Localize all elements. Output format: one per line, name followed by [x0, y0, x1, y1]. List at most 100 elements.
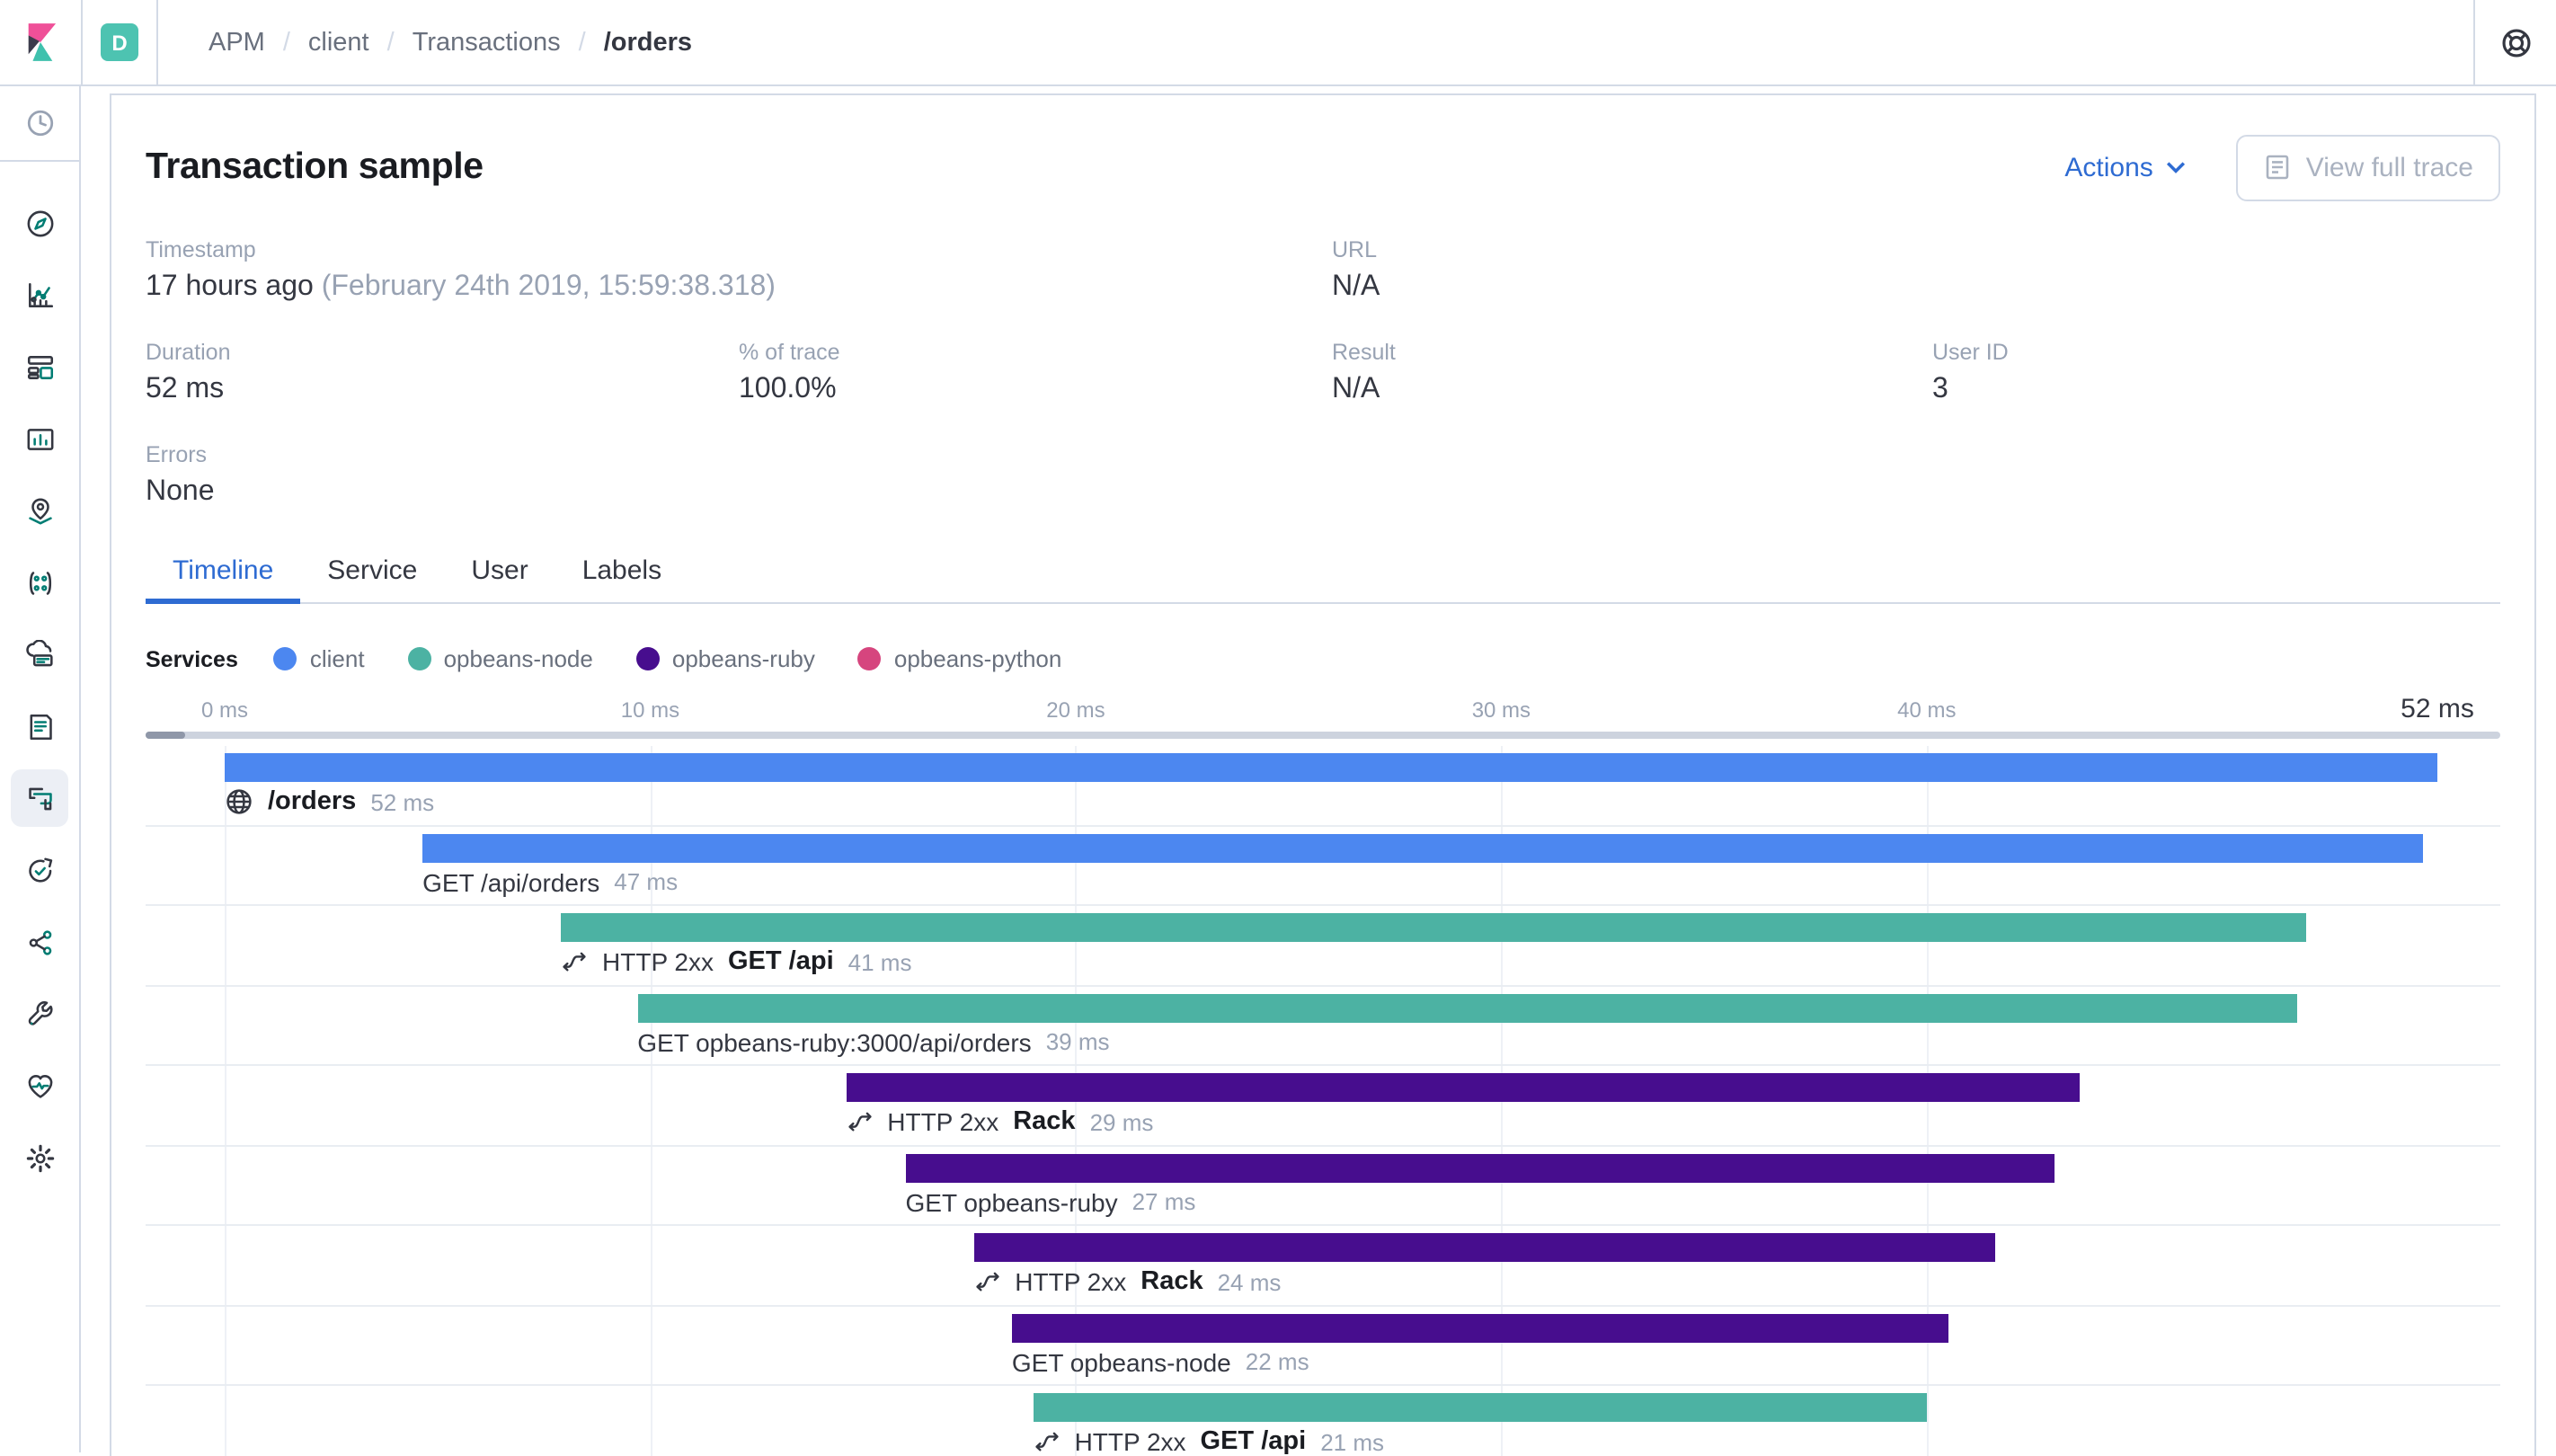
transaction-bar-9[interactable]	[1033, 1393, 1927, 1422]
span-bar-8[interactable]	[1011, 1313, 1948, 1342]
span-bar-2[interactable]	[422, 833, 2423, 862]
span-name: GET opbeans-ruby:3000/api/orders	[637, 1027, 1032, 1056]
canvas-icon	[24, 423, 55, 454]
sidebar-item-monitoring[interactable]	[11, 1064, 68, 1107]
sidebar-item-discover[interactable]	[11, 201, 68, 244]
waterfall-row-1: /orders 52 ms	[146, 746, 2500, 826]
transaction-name: Rack	[1013, 1107, 1076, 1136]
url-label: URL	[1332, 237, 1378, 262]
breadcrumb: APM / client / Transactions / /orders	[209, 28, 692, 57]
legend-item-client: client	[273, 645, 365, 672]
result-value: N/A	[1332, 374, 1380, 404]
merge-icon	[973, 1268, 1000, 1295]
span-bar-6[interactable]	[905, 1153, 2055, 1182]
waterfall-row-8: GET opbeans-node 22 ms	[146, 1306, 2500, 1386]
dashboard-icon	[24, 351, 55, 382]
timestamp-label: Timestamp	[146, 237, 256, 262]
waterfall-item-label[interactable]: HTTP 2xx GET /api 41 ms	[561, 944, 911, 980]
waterfall-item-label[interactable]: GET opbeans-node 22 ms	[1012, 1344, 1309, 1380]
axis-tick-0ms: 0 ms	[200, 697, 249, 723]
sidebar-item-logs[interactable]	[11, 705, 68, 748]
sidebar-item-uptime[interactable]	[11, 848, 68, 892]
ml-icon	[24, 567, 55, 598]
time-axis: 0 ms 10 ms 20 ms 30 ms 40 ms 52 ms	[146, 694, 2500, 724]
item-duration: 52 ms	[370, 788, 435, 815]
timeline-scrollbar[interactable]	[146, 732, 2500, 739]
breadcrumb-apm[interactable]: APM	[209, 28, 265, 57]
top-nav-bar: D APM / client / Transactions / /orders	[0, 0, 2556, 86]
waterfall-item-label[interactable]: GET /api/orders 47 ms	[422, 864, 678, 900]
tab-labels[interactable]: Labels	[555, 555, 688, 602]
tab-service[interactable]: Service	[300, 555, 444, 602]
waterfall-item-label[interactable]: HTTP 2xx GET /api 21 ms	[1034, 1424, 1384, 1456]
url-value: N/A	[1332, 271, 1380, 302]
sidebar-item-canvas[interactable]	[11, 417, 68, 460]
help-menu-button[interactable]	[2473, 0, 2556, 84]
waterfall-item-label[interactable]: /orders 52 ms	[225, 784, 434, 820]
waterfall-item-label[interactable]: HTTP 2xx Rack 24 ms	[973, 1264, 1281, 1300]
timestamp-value: 17 hours ago (February 24th 2019, 15:59:…	[146, 271, 776, 302]
view-full-trace-label: View full trace	[2305, 152, 2473, 182]
sidebar-item-dashboard[interactable]	[11, 345, 68, 388]
devtools-icon	[24, 999, 55, 1029]
item-duration: 47 ms	[614, 868, 679, 895]
result-prefix: HTTP 2xx	[887, 1107, 999, 1136]
sidebar-item-visualize[interactable]	[11, 273, 68, 316]
transaction-bar-5[interactable]	[846, 1073, 2081, 1102]
axis-tick-40ms: 40 ms	[1897, 697, 1957, 723]
tab-timeline[interactable]: Timeline	[146, 555, 301, 604]
merge-icon	[561, 948, 588, 975]
kibana-logo[interactable]	[0, 0, 83, 84]
percent-of-trace-value: 100.0%	[739, 374, 837, 404]
sidebar-item-infrastructure[interactable]	[11, 633, 68, 676]
waterfall-item-label[interactable]: GET opbeans-ruby 27 ms	[906, 1184, 1196, 1220]
clock-icon	[24, 108, 55, 138]
sidebar-item-apm[interactable]	[11, 769, 68, 827]
breadcrumb-client[interactable]: client	[308, 28, 369, 57]
sidebar-item-recent[interactable]	[24, 93, 55, 153]
legend-dot-client	[273, 647, 297, 670]
chevron-down-icon	[2166, 162, 2185, 173]
tab-user[interactable]: User	[444, 555, 555, 602]
duration-value: 52 ms	[146, 374, 225, 404]
visualize-icon	[24, 280, 55, 310]
transaction-bar-1[interactable]	[225, 753, 2437, 782]
breadcrumb-separator: /	[282, 28, 290, 57]
duration-label: Duration	[146, 340, 231, 365]
space-badge: D	[101, 23, 138, 61]
transaction-name: Rack	[1140, 1267, 1203, 1296]
transaction-bar-3[interactable]	[561, 913, 2306, 942]
breadcrumb-transactions[interactable]: Transactions	[413, 28, 561, 57]
timeline-scrollbar-thumb[interactable]	[146, 732, 185, 739]
sidebar-item-dev-tools[interactable]	[11, 992, 68, 1035]
actions-dropdown[interactable]: Actions	[2064, 152, 2185, 182]
span-name: GET /api/orders	[422, 867, 600, 896]
transaction-name: GET /api	[1200, 1427, 1307, 1456]
space-selector[interactable]: D	[83, 0, 158, 84]
breadcrumb-separator: /	[386, 28, 395, 57]
legend-label: opbeans-node	[443, 645, 593, 672]
legend-label: opbeans-python	[893, 645, 1062, 672]
span-bar-4[interactable]	[637, 993, 2297, 1022]
transaction-bar-7[interactable]	[973, 1233, 1995, 1262]
sidebar-item-machine-learning[interactable]	[11, 561, 68, 604]
item-duration: 24 ms	[1217, 1268, 1282, 1295]
waterfall-item-label[interactable]: HTTP 2xx Rack 29 ms	[846, 1104, 1153, 1140]
percent-of-trace-label: % of trace	[739, 340, 840, 365]
legend-dot-opbeans-python	[857, 647, 882, 670]
legend-dot-opbeans-node	[407, 647, 431, 670]
axis-total-duration: 52 ms	[2401, 694, 2474, 724]
sidebar-item-maps[interactable]	[11, 489, 68, 532]
axis-tick-20ms: 20 ms	[1046, 697, 1105, 723]
waterfall-row-6: GET opbeans-ruby 27 ms	[146, 1146, 2500, 1226]
detail-tabs: Timeline Service User Labels	[146, 555, 2500, 604]
transaction-name: /orders	[268, 787, 357, 816]
waterfall-row-9: HTTP 2xx GET /api 21 ms	[146, 1386, 2500, 1456]
waterfall-item-label[interactable]: GET opbeans-ruby:3000/api/orders 39 ms	[637, 1024, 1109, 1060]
waterfall-row-7: HTTP 2xx Rack 24 ms	[146, 1226, 2500, 1306]
sidebar-item-graph[interactable]	[11, 920, 68, 963]
sidebar-item-management[interactable]	[11, 1136, 68, 1179]
logs-icon	[24, 711, 55, 741]
view-full-trace-button[interactable]: View full trace	[2235, 134, 2500, 200]
waterfall-row-5: HTTP 2xx Rack 29 ms	[146, 1066, 2500, 1146]
